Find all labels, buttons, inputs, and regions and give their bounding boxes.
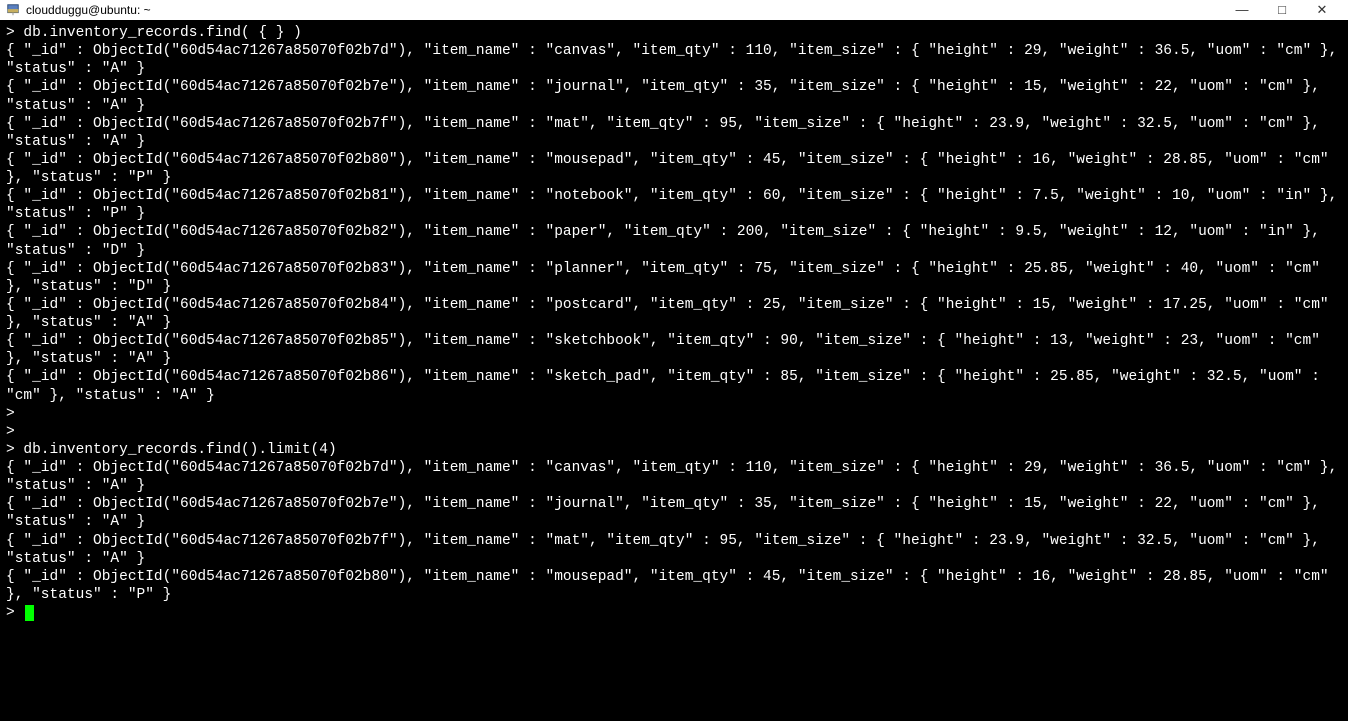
window-titlebar: cloudduggu@ubuntu: ~ — □ ✕ [0,0,1348,20]
terminal-line: > [6,405,1342,423]
terminal-line: { "_id" : ObjectId("60d54ac71267a85070f0… [6,115,1342,151]
terminal-line: { "_id" : ObjectId("60d54ac71267a85070f0… [6,78,1342,114]
putty-icon [6,3,20,17]
terminal-line: { "_id" : ObjectId("60d54ac71267a85070f0… [6,368,1342,404]
minimize-button[interactable]: — [1222,2,1262,18]
cursor [25,605,34,621]
terminal-line: { "_id" : ObjectId("60d54ac71267a85070f0… [6,223,1342,259]
terminal-line: { "_id" : ObjectId("60d54ac71267a85070f0… [6,296,1342,332]
terminal-line: { "_id" : ObjectId("60d54ac71267a85070f0… [6,187,1342,223]
terminal-output[interactable]: > db.inventory_records.find( { } ){ "_id… [0,20,1348,622]
terminal-line: { "_id" : ObjectId("60d54ac71267a85070f0… [6,151,1342,187]
terminal-line: > db.inventory_records.find().limit(4) [6,441,1342,459]
close-button[interactable]: ✕ [1302,2,1342,18]
window-title: cloudduggu@ubuntu: ~ [26,3,151,18]
terminal-line: > db.inventory_records.find( { } ) [6,24,1342,42]
terminal-line: { "_id" : ObjectId("60d54ac71267a85070f0… [6,532,1342,568]
terminal-line: > [6,423,1342,441]
terminal-line: { "_id" : ObjectId("60d54ac71267a85070f0… [6,42,1342,78]
terminal-line: { "_id" : ObjectId("60d54ac71267a85070f0… [6,495,1342,531]
terminal-line: { "_id" : ObjectId("60d54ac71267a85070f0… [6,459,1342,495]
terminal-prompt-line[interactable]: > [6,604,1342,622]
terminal-line: { "_id" : ObjectId("60d54ac71267a85070f0… [6,260,1342,296]
maximize-button[interactable]: □ [1262,2,1302,18]
terminal-line: { "_id" : ObjectId("60d54ac71267a85070f0… [6,568,1342,604]
terminal-line: { "_id" : ObjectId("60d54ac71267a85070f0… [6,332,1342,368]
